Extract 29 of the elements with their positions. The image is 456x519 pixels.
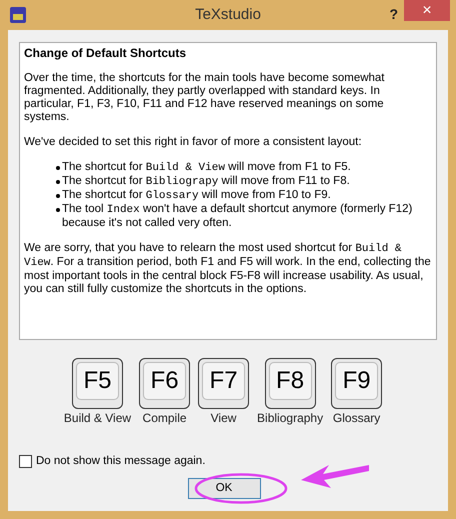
key-cap: F9 <box>331 358 382 409</box>
window-title: TeXstudio <box>195 4 261 25</box>
key-label: Glossary <box>332 411 380 426</box>
app-icon <box>10 7 26 23</box>
bullet-text: The shortcut for Bibliograpy will move from F11 to F8. <box>62 175 350 189</box>
key-cap: F7 <box>198 358 250 409</box>
bullet-text: The shortcut for Glossary will move from F10 to F9. <box>62 189 331 203</box>
help-button[interactable]: ? <box>389 4 398 25</box>
bullet-icon <box>56 208 60 212</box>
message-paragraph: We've decided to set this right in favor of more a consistent layout: <box>24 136 363 149</box>
key-cap: F6 <box>139 358 190 409</box>
checkbox-label: Do not show this message again. <box>36 454 206 469</box>
key-label: View <box>210 411 236 426</box>
message-paragraph: Over the time, the shortcuts for the main tools have become somewhat fragmented. Additionally, they partly overlapped with standard keys. In particular, F1, F3, F10, F11 and F12 have reserved meanings on some systems. <box>24 72 386 124</box>
key-cap: F5 <box>72 358 123 409</box>
key-cap: F8 <box>264 358 316 409</box>
checkbox[interactable] <box>19 454 32 468</box>
message-heading: Change of Default Shortcuts <box>24 47 188 60</box>
key-label: Compile <box>142 411 187 426</box>
key-label: Bibliography <box>257 411 324 426</box>
key-label: Build & View <box>64 411 132 426</box>
ok-button[interactable]: OK <box>188 478 260 499</box>
bullet-text: The shortcut for Build & View will move from F1 to F5. <box>62 161 351 175</box>
bullet-icon <box>56 180 60 184</box>
bullet-icon <box>56 166 60 170</box>
message-paragraph: We are sorry, that you have to relearn the most used shortcut for Build & View. For a transition period, both F1 and F5 will work. In the end, collecting the most important tools in the central block F5-F8 will increase usability. As usual, you can still fully customize the shortcuts in the options. <box>24 242 432 296</box>
bullet-icon <box>56 194 60 198</box>
bullet-text: The tool Index won't have a default shortcut anymore (formerly F12) because it's not called very often. <box>62 203 414 230</box>
close-button[interactable]: × <box>404 0 450 21</box>
